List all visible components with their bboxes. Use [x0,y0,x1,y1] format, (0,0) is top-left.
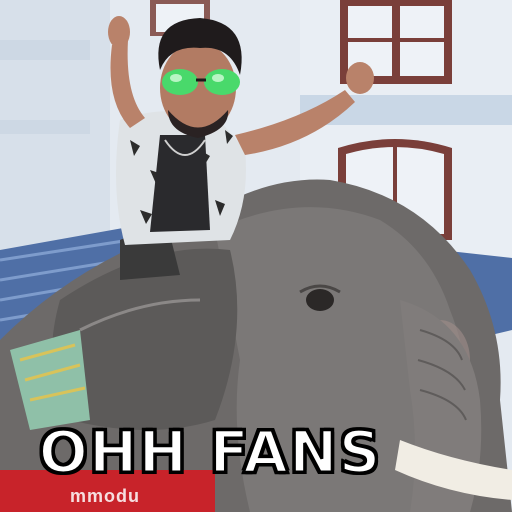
meme-image: mmodu OHH FANS [0,0,512,512]
elephant-eye [306,289,334,311]
banner-text: mmodu [70,486,140,506]
rider-left-hand [108,16,130,48]
meme-caption: OHH FANS [37,417,382,488]
rider-right-hand [346,62,374,94]
rider-tshirt [150,135,210,232]
